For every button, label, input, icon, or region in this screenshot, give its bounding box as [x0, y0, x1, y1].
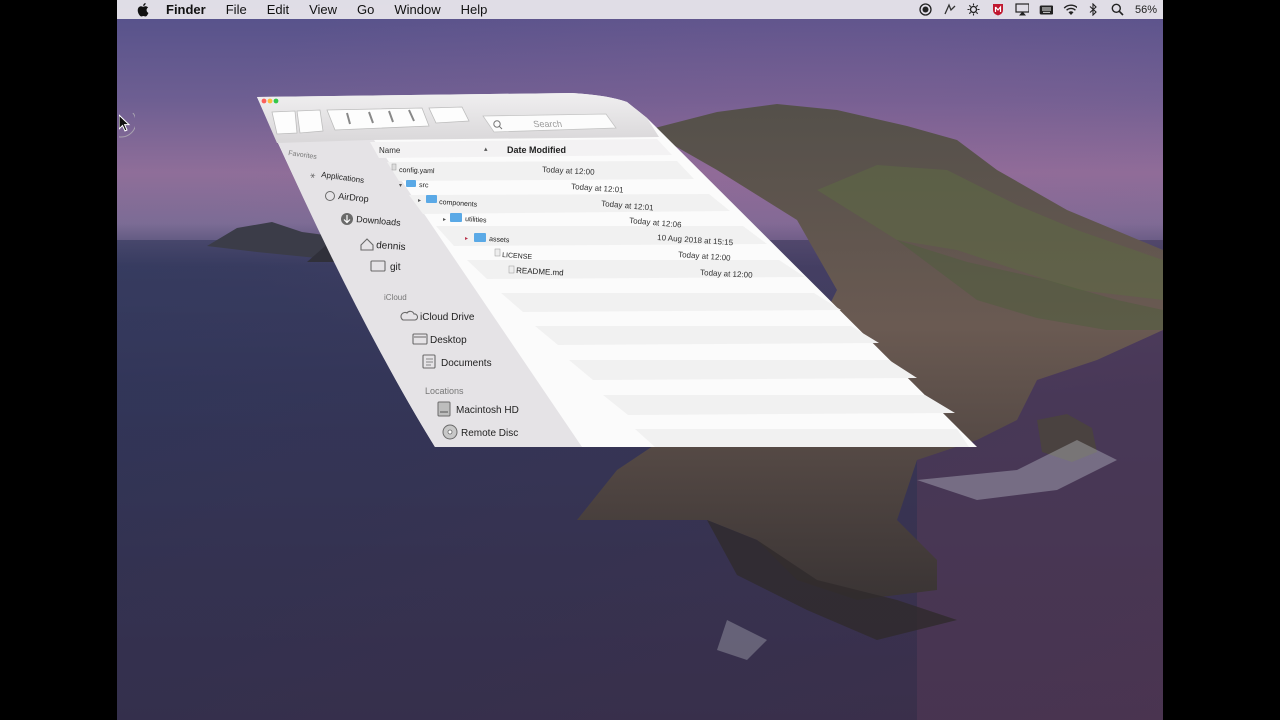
- column-name-header[interactable]: Name: [379, 146, 401, 155]
- sidebar-item-label: Macintosh HD: [456, 405, 519, 416]
- sidebar-item-label: Documents: [441, 358, 492, 369]
- document-icon: [494, 248, 501, 257]
- file-name: src: [419, 182, 429, 190]
- sidebar-item-remote-disc[interactable]: Remote Disc: [442, 424, 518, 440]
- close-button[interactable]: [261, 98, 267, 104]
- sidebar-item-label: git: [390, 262, 401, 273]
- file-name: config.yaml: [399, 167, 435, 175]
- zoom-button[interactable]: [273, 98, 279, 104]
- desktop: Finder File Edit View Go Window Help 56%…: [117, 0, 1163, 720]
- sidebar-item-label: Remote Disc: [461, 428, 518, 439]
- folder-icon: [406, 180, 416, 187]
- file-name: assets: [489, 236, 510, 244]
- folder-icon: [426, 195, 437, 203]
- sidebar-item-label: Desktop: [430, 335, 467, 346]
- disclosure-triangle-icon[interactable]: ▾: [399, 183, 402, 189]
- folder-icon: [450, 213, 462, 222]
- sidebar-header-icloud: iCloud: [384, 293, 407, 302]
- disclosure-triangle-icon[interactable]: ▸: [465, 236, 468, 242]
- finder-window[interactable]: Search Name ▴ Date Modified config.yaml …: [117, 0, 1163, 720]
- sort-indicator-icon: ▴: [484, 146, 488, 153]
- sidebar-item-label: iCloud Drive: [420, 312, 475, 323]
- hard-drive-icon: [437, 401, 451, 417]
- minimize-button[interactable]: [267, 98, 273, 104]
- sidebar-item-label: dennis: [376, 240, 406, 253]
- markdown-file-icon: [508, 265, 515, 274]
- sidebar-item-macintosh-hd[interactable]: Macintosh HD: [437, 401, 519, 417]
- folder-icon: [474, 233, 486, 242]
- yaml-file-icon: [391, 163, 397, 171]
- forward-button[interactable]: [296, 109, 324, 134]
- disclosure-triangle-icon[interactable]: ▸: [443, 217, 446, 223]
- sidebar-header-locations: Locations: [425, 386, 464, 396]
- disclosure-triangle-icon[interactable]: ▸: [418, 198, 421, 204]
- search-placeholder: Search: [532, 119, 563, 129]
- applications-icon: ⚹: [310, 170, 316, 180]
- action-button[interactable]: [428, 106, 470, 124]
- mouse-pointer-icon: [119, 113, 135, 138]
- column-date-modified-header[interactable]: Date Modified: [507, 145, 566, 155]
